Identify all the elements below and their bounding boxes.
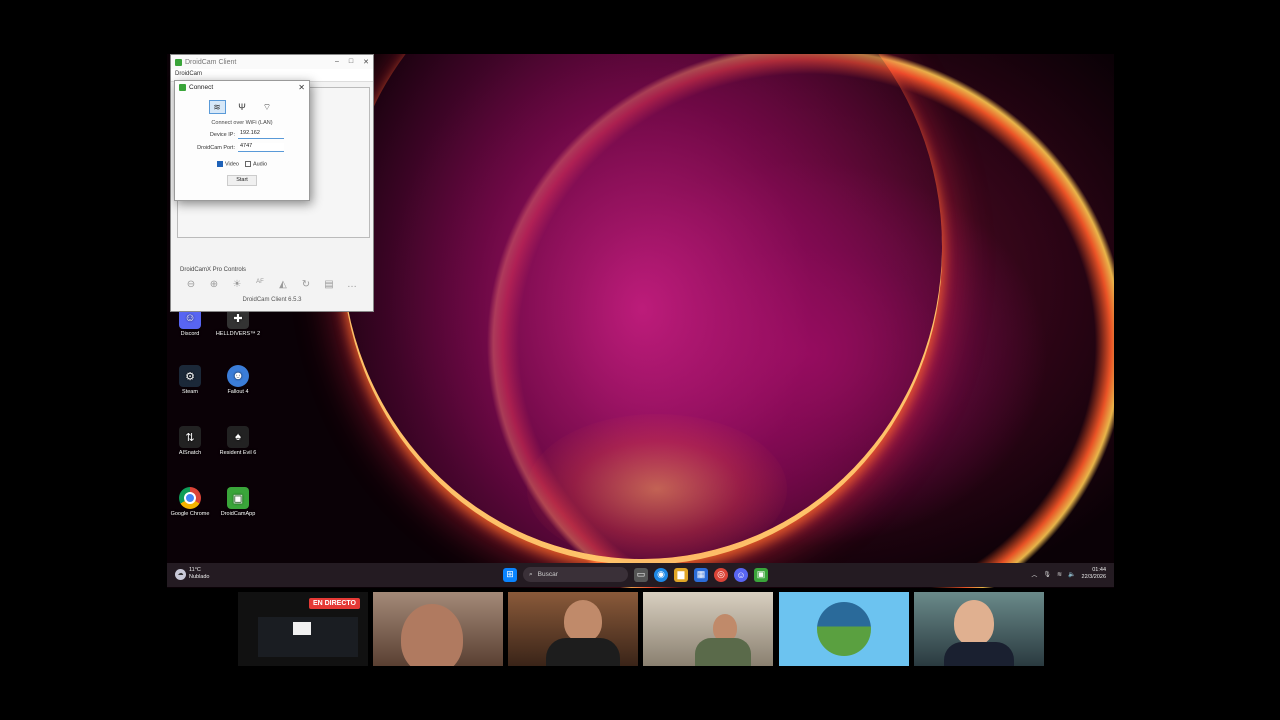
participant-video (954, 600, 994, 646)
connection-caption: Connect over WiFi (LAN) (211, 120, 273, 126)
discord-icon[interactable]: ☺ (734, 567, 748, 582)
video-label: Video (224, 161, 239, 168)
weather-temp: 11°C (189, 567, 201, 573)
device-ip-field[interactable]: 192.162 (238, 130, 284, 139)
device-ip-label: Device IP: (209, 131, 235, 138)
start-button[interactable]: Start (227, 175, 257, 187)
copilot-icon[interactable]: ◉ (654, 567, 668, 582)
participant-body (546, 638, 620, 666)
participant-video (401, 604, 463, 666)
chevron-up-icon[interactable]: ︿ (1031, 570, 1037, 579)
participant-thumbnail-screen[interactable]: EN DIRECTO (238, 592, 368, 666)
participant-thumbnail-1[interactable] (373, 592, 503, 666)
jpg-icon[interactable]: ▤ (321, 279, 337, 290)
dialog-titlebar[interactable]: Connect ✕ (175, 81, 309, 94)
autofocus-icon[interactable]: AF (252, 279, 268, 290)
desktop-icon-label: AISnatch (178, 450, 202, 456)
desktop-icon-label: Google Chrome (170, 511, 210, 517)
port-label: DroidCam Port: (197, 144, 235, 151)
wallpaper-glow (527, 414, 787, 564)
clock[interactable]: 01:44 22/3/2026 (1082, 567, 1106, 581)
participant-body (695, 638, 751, 666)
droidcam-icon[interactable]: ▣ (754, 567, 768, 582)
aisnatch-icon: ⇅ (179, 426, 201, 448)
desktop-icon-label: Steam (182, 389, 198, 395)
search-box[interactable]: ⌕ Buscar (523, 567, 628, 582)
desktop-icon-label: Fallout 4 (227, 389, 249, 395)
task-view-icon[interactable]: ▭ (634, 567, 648, 582)
window-titlebar[interactable]: DroidCam Client – □ ✕ (171, 55, 373, 69)
desktop-icon-label: Resident Evil 6 (219, 450, 257, 456)
system-tray: ︿ 🎙 ≋ 🔈 01:44 22/3/2026 (1031, 567, 1106, 581)
version-label: DroidCam Client 6.5.3 (242, 297, 302, 303)
fallout-icon: ☻ (227, 365, 249, 387)
pro-controls-label: DroidCamX Pro Controls (180, 267, 247, 273)
close-icon[interactable]: ✕ (363, 58, 369, 66)
taskbar: ☁ 11°C Nublado ⊞ ⌕ Buscar ▭ ◉ ▆ ▦ ◎ ☺ ▣ … (167, 563, 1114, 587)
maximize-icon[interactable]: □ (349, 58, 353, 66)
droidcam-logo-icon (179, 84, 186, 91)
brightness-icon[interactable]: ☀ (229, 279, 245, 290)
minimize-icon[interactable]: – (335, 58, 339, 66)
store-icon[interactable]: ▦ (694, 567, 708, 582)
avatar (817, 602, 871, 656)
live-badge: EN DIRECTO (308, 598, 360, 609)
port-field[interactable]: 4747 (238, 143, 284, 152)
taskbar-apps: ⊞ ⌕ Buscar ▭ ◉ ▆ ▦ ◎ ☺ ▣ (503, 567, 768, 582)
video-checkbox[interactable]: Video (216, 161, 239, 168)
participant-thumbnail-2[interactable] (508, 592, 638, 666)
desktop-icon-label: Discord (180, 331, 200, 337)
participant-video (564, 600, 602, 642)
cloud-icon: ☁ (175, 568, 186, 580)
audio-checkbox[interactable]: Audio (244, 161, 268, 168)
start-windows-icon[interactable]: ⊞ (503, 567, 517, 582)
usb-icon[interactable]: Ψ (234, 100, 251, 114)
more-icon[interactable]: … (344, 279, 360, 290)
monitor-icon (293, 622, 311, 635)
droidcam-logo-icon (175, 58, 182, 66)
connection-mode-selector: ≋ Ψ ⌔ (175, 100, 309, 114)
zoom-out-icon[interactable]: ⊖ (183, 279, 199, 290)
dialog-title: Connect (189, 84, 214, 91)
resident-evil-icon: ♠ (227, 426, 249, 448)
chrome-icon[interactable]: ◎ (714, 567, 728, 582)
participant-body (944, 642, 1014, 666)
microphone-icon[interactable]: 🎙 (1043, 571, 1051, 578)
weather-widget[interactable]: ☁ 11°C Nublado (175, 567, 210, 581)
clock-date: 22/3/2026 (1081, 574, 1106, 580)
chrome-icon (179, 487, 201, 509)
search-placeholder: Buscar (537, 571, 558, 578)
wifi-server-icon[interactable]: ⌔ (259, 100, 276, 114)
window-title: DroidCam Client (185, 58, 237, 66)
desktop-icon-label: HELLDIVERS™ 2 (215, 331, 261, 337)
connect-dialog: Connect ✕ ≋ Ψ ⌔ Connect over WiFi (LAN) … (174, 80, 310, 201)
droidcam-icon: ▣ (227, 487, 249, 509)
desktop-icon-fallout[interactable]: ☻ Fallout 4 (208, 365, 268, 395)
close-icon[interactable]: ✕ (298, 83, 305, 92)
steam-icon: ⚙ (179, 365, 201, 387)
zoom-in-icon[interactable]: ⊕ (206, 279, 222, 290)
participant-thumbnail-5[interactable] (914, 592, 1044, 666)
checkbox-checked-icon (216, 161, 223, 167)
wifi-icon[interactable]: ≋ (208, 100, 226, 114)
pro-controls-toolbar: ⊖ ⊕ ☀ AF ◭ ↻ ▤ … (183, 279, 360, 290)
rotate-icon[interactable]: ↻ (298, 279, 314, 290)
search-icon: ⌕ (529, 570, 533, 578)
volume-icon[interactable]: 🔈 (1068, 571, 1075, 578)
participant-thumbnail-3[interactable] (643, 592, 773, 666)
desktop-icon-label: DroidCamApp (220, 511, 256, 517)
weather-desc: Nublado (189, 574, 210, 580)
desktop-icon-droidcam[interactable]: ▣ DroidCamApp (208, 487, 268, 517)
mirror-icon[interactable]: ◭ (275, 279, 291, 290)
file-explorer-icon[interactable]: ▆ (674, 567, 688, 582)
wifi-icon[interactable]: ≋ (1057, 571, 1062, 578)
desktop-icon-resident-evil[interactable]: ♠ Resident Evil 6 (208, 426, 268, 456)
clock-time: 01:44 (1092, 567, 1106, 573)
checkbox-unchecked-icon (244, 161, 251, 167)
audio-label: Audio (252, 161, 268, 168)
participant-thumbnail-4[interactable] (779, 592, 909, 666)
